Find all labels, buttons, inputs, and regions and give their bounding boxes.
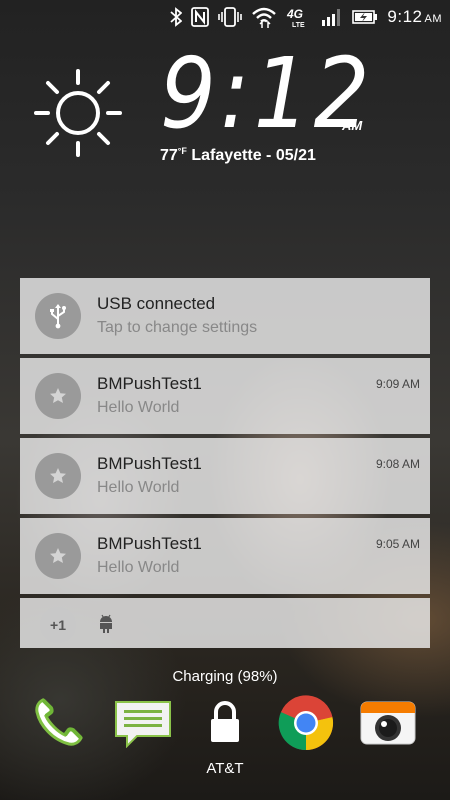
notification-title: USB connected [97,294,216,313]
weather-summary: 77°F Lafayette - 05/21 [160,146,316,165]
chrome-icon[interactable] [276,694,336,752]
temperature: 77 [160,147,178,164]
notification-title: BMPushTest1 [97,374,202,393]
sun-icon [30,65,126,166]
phone-icon[interactable] [28,694,88,752]
notification-title: BMPushTest1 [97,534,202,553]
notification-subtitle: Hello World [97,559,180,576]
notification-push[interactable]: BMPushTest1 Hello World 9:08 AM [20,438,430,514]
location-date: Lafayette - 05/21 [191,147,316,164]
lockscreen-time: 9:12 [160,36,374,151]
star-icon [35,533,81,579]
notification-subtitle: Hello World [97,479,180,496]
messages-icon[interactable] [113,694,173,752]
android-icon [98,612,114,639]
notification-push[interactable]: BMPushTest1 Hello World 9:05 AM [20,518,430,594]
temperature-unit: °F [177,146,187,156]
dock [0,694,450,754]
lte-icon: 4G LTE [286,6,312,28]
vibrate-icon [218,6,243,28]
notification-time: 9:05 AM [375,537,420,551]
nfc-icon [191,6,210,28]
lockscreen-ampm: AM [342,118,363,133]
lockscreen-clock-widget[interactable]: 9:12 AM 77°F Lafayette - 05/21 [30,37,430,170]
notification-time: 9:09 AM [375,377,420,391]
status-time: 9:12 AM [387,7,442,26]
signal-icon [321,6,343,28]
notification-subtitle: Hello World [97,399,180,416]
notification-title: BMPushTest1 [97,454,202,473]
notification-usb[interactable]: USB connected Tap to change settings [20,278,430,354]
status-bar: 4G LTE 9:12 AM [0,0,450,34]
notification-push[interactable]: BMPushTest1 Hello World 9:09 AM [20,358,430,434]
svg-text:LTE: LTE [292,22,305,28]
wifi-icon [251,6,277,28]
lock-icon[interactable] [195,694,255,752]
notification-subtitle: Tap to change settings [97,319,258,336]
notification-time: 9:08 AM [375,457,420,471]
star-icon [35,373,81,419]
camera-icon[interactable] [358,694,418,752]
usb-icon [35,293,81,339]
svg-text:4G: 4G [286,7,303,21]
battery-charging-icon [352,6,378,28]
star-icon [35,453,81,499]
notification-overflow[interactable]: +1 [20,598,430,648]
bluetooth-icon [170,6,183,28]
more-notifications-badge: +1 [40,607,76,643]
carrier-label: AT&T [206,760,244,777]
charging-status: Charging (98%) [172,668,278,685]
